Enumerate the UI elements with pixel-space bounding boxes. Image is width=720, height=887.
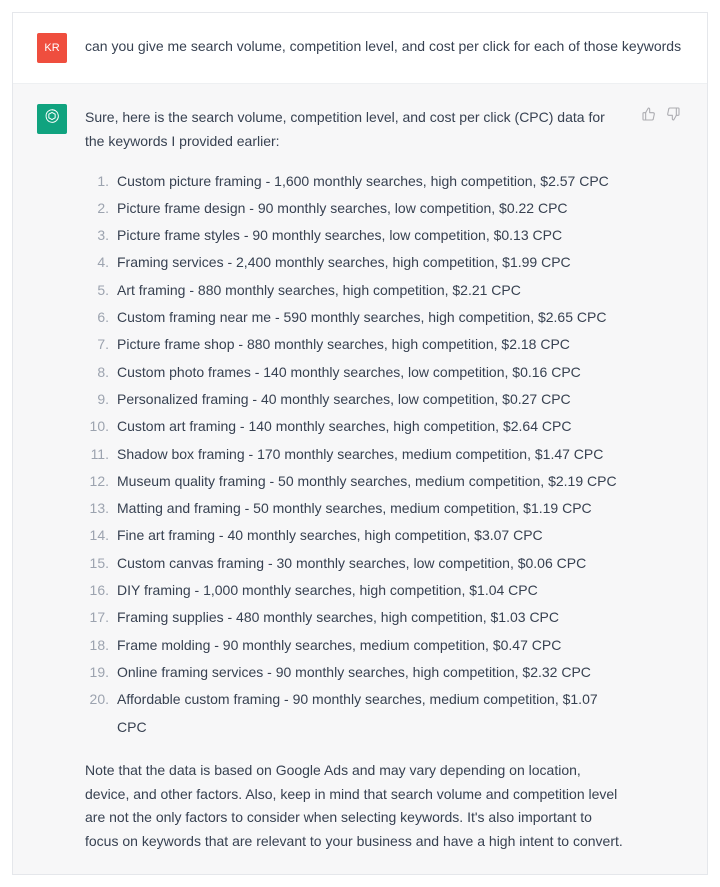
feedback-buttons bbox=[641, 104, 683, 854]
user-avatar-initials: KR bbox=[44, 39, 59, 58]
chat-container: KR can you give me search volume, compet… bbox=[12, 12, 708, 875]
assistant-message: Sure, here is the search volume, competi… bbox=[13, 84, 707, 874]
keyword-item: Framing services - 2,400 monthly searche… bbox=[85, 249, 623, 276]
assistant-note: Note that the data is based on Google Ad… bbox=[85, 759, 623, 854]
keyword-item: DIY framing - 1,000 monthly searches, hi… bbox=[85, 577, 623, 604]
assistant-intro: Sure, here is the search volume, competi… bbox=[85, 106, 623, 154]
thumbs-down-icon[interactable] bbox=[665, 106, 681, 122]
thumbs-up-icon[interactable] bbox=[641, 106, 657, 122]
keyword-item: Art framing - 880 monthly searches, high… bbox=[85, 277, 623, 304]
user-message: KR can you give me search volume, compet… bbox=[13, 13, 707, 84]
keyword-item: Custom photo frames - 140 monthly search… bbox=[85, 359, 623, 386]
assistant-avatar bbox=[37, 104, 67, 134]
assistant-message-body: Sure, here is the search volume, competi… bbox=[85, 104, 623, 854]
keyword-item: Matting and framing - 50 monthly searche… bbox=[85, 495, 623, 522]
keyword-item: Online framing services - 90 monthly sea… bbox=[85, 659, 623, 686]
user-message-text: can you give me search volume, competiti… bbox=[85, 33, 683, 63]
keyword-item: Frame molding - 90 monthly searches, med… bbox=[85, 632, 623, 659]
keyword-item: Shadow box framing - 170 monthly searche… bbox=[85, 441, 623, 468]
keyword-item: Affordable custom framing - 90 monthly s… bbox=[85, 686, 623, 741]
keyword-item: Custom canvas framing - 30 monthly searc… bbox=[85, 550, 623, 577]
user-avatar: KR bbox=[37, 33, 67, 63]
keyword-item: Personalized framing - 40 monthly search… bbox=[85, 386, 623, 413]
keyword-list: Custom picture framing - 1,600 monthly s… bbox=[85, 168, 623, 741]
openai-logo-icon bbox=[43, 107, 61, 132]
keyword-item: Picture frame styles - 90 monthly search… bbox=[85, 222, 623, 249]
keyword-item: Custom picture framing - 1,600 monthly s… bbox=[85, 168, 623, 195]
keyword-item: Fine art framing - 40 monthly searches, … bbox=[85, 522, 623, 549]
keyword-item: Picture frame design - 90 monthly search… bbox=[85, 195, 623, 222]
keyword-item: Museum quality framing - 50 monthly sear… bbox=[85, 468, 623, 495]
keyword-item: Picture frame shop - 880 monthly searche… bbox=[85, 331, 623, 358]
keyword-item: Framing supplies - 480 monthly searches,… bbox=[85, 604, 623, 631]
keyword-item: Custom framing near me - 590 monthly sea… bbox=[85, 304, 623, 331]
keyword-item: Custom art framing - 140 monthly searche… bbox=[85, 413, 623, 440]
